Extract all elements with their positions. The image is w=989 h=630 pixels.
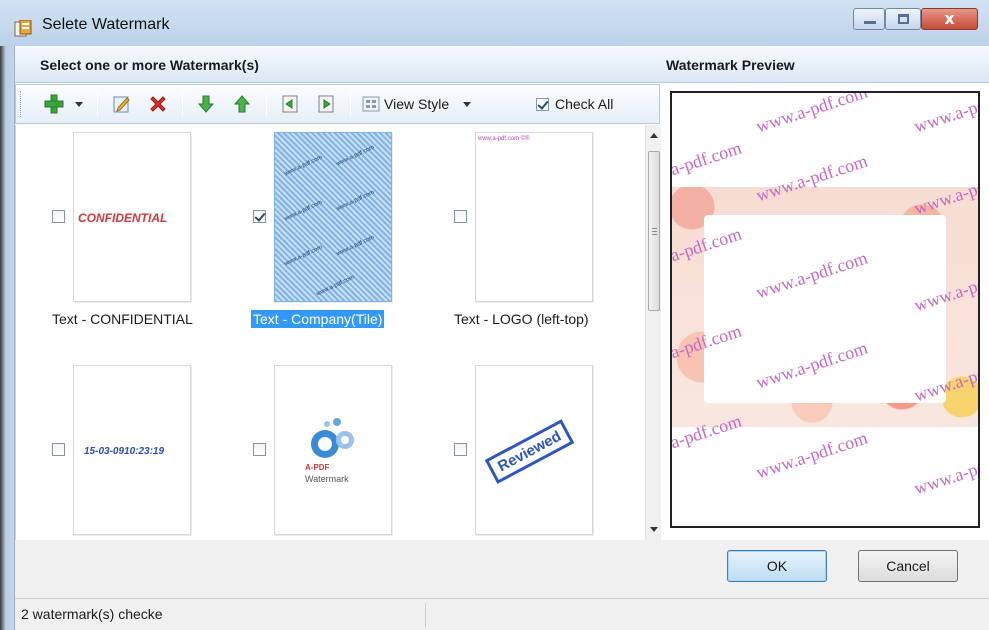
watermark-checkbox[interactable] bbox=[454, 210, 467, 223]
move-down-icon bbox=[197, 95, 215, 113]
vertical-scrollbar[interactable] bbox=[645, 125, 661, 540]
client-area: Select one or more Watermark(s) Watermar… bbox=[14, 46, 989, 630]
watermark-item[interactable]: CONFIDENTIAL Text - CONFIDENTIAL bbox=[46, 130, 246, 360]
watermark-caption: Text - CONFIDENTIAL bbox=[52, 311, 193, 327]
section-header-strip: Select one or more Watermark(s) Watermar… bbox=[15, 46, 989, 83]
delete-button[interactable] bbox=[144, 91, 172, 117]
ok-button[interactable]: OK bbox=[727, 550, 827, 582]
reviewed-stamp: Reviewed bbox=[484, 419, 575, 484]
dropdown-arrow-icon bbox=[75, 101, 83, 107]
add-button[interactable] bbox=[36, 91, 72, 117]
toolbar-grip[interactable] bbox=[20, 91, 23, 117]
watermark-checkbox[interactable] bbox=[52, 210, 65, 223]
maximize-button[interactable] bbox=[885, 8, 921, 30]
watermark-list-heading: Select one or more Watermark(s) bbox=[40, 57, 259, 73]
watermark-item[interactable]: www.a-pdf.com www.a-pdf.com www.a-pdf.co… bbox=[247, 130, 447, 360]
check-all-checkbox[interactable] bbox=[536, 97, 549, 111]
maximize-icon bbox=[898, 14, 909, 24]
app-icon bbox=[14, 20, 32, 37]
watermark-checkbox[interactable] bbox=[253, 443, 266, 456]
preview-watermark-text: www.a-pdf.com bbox=[670, 137, 744, 193]
move-down-button[interactable] bbox=[192, 91, 220, 117]
chevron-down-icon bbox=[463, 101, 472, 107]
watermark-checkbox[interactable] bbox=[52, 443, 65, 456]
thumbnail-subtext: Watermark bbox=[305, 474, 349, 484]
watermark-checkbox[interactable] bbox=[454, 443, 467, 456]
title-bar[interactable]: Selete Watermark x bbox=[0, 0, 989, 46]
close-icon: x bbox=[944, 9, 955, 28]
check-all-toggle[interactable]: Check All bbox=[536, 91, 636, 117]
watermark-caption: Text - Company(Tile) bbox=[251, 310, 385, 328]
cancel-button[interactable]: Cancel bbox=[858, 550, 958, 582]
watermark-thumbnail[interactable]: 15-03-0910:23:19 bbox=[73, 365, 191, 535]
preview-watermark-text: www.a-pdf.com bbox=[911, 443, 980, 499]
toolbar: View Style Check All bbox=[15, 84, 660, 124]
watermark-item[interactable]: www.a-pdf.com ©® Text - LOGO (left-top) bbox=[448, 130, 648, 360]
scroll-down-icon[interactable] bbox=[650, 527, 658, 532]
preview-watermark-text: www.a-pdf.com bbox=[753, 91, 870, 137]
export-button[interactable] bbox=[312, 91, 340, 117]
watermark-grid: CONFIDENTIAL Text - CONFIDENTIAL www.a-p… bbox=[15, 125, 646, 540]
status-divider bbox=[425, 603, 426, 627]
add-icon bbox=[44, 94, 64, 114]
add-dropdown-button[interactable] bbox=[72, 91, 86, 117]
watermark-thumbnail[interactable]: Reviewed bbox=[475, 365, 593, 535]
thumbnail-text: CONFIDENTIAL bbox=[78, 211, 168, 225]
watermark-thumbnail[interactable]: www.a-pdf.com www.a-pdf.com www.a-pdf.co… bbox=[274, 132, 392, 302]
minimize-button[interactable] bbox=[853, 8, 885, 30]
scroll-up-icon[interactable] bbox=[650, 133, 658, 138]
watermark-thumbnail[interactable]: CONFIDENTIAL bbox=[73, 132, 191, 302]
view-style-label: View Style bbox=[384, 96, 450, 112]
edit-icon bbox=[113, 96, 130, 113]
view-style-button[interactable]: View Style bbox=[362, 91, 488, 117]
watermark-caption: Text - LOGO (left-top) bbox=[454, 311, 589, 327]
watermark-checkbox[interactable] bbox=[253, 210, 266, 223]
grip-icon bbox=[652, 228, 657, 235]
grid-footer-area bbox=[15, 540, 989, 598]
close-button[interactable]: x bbox=[921, 8, 978, 30]
export-icon bbox=[318, 95, 334, 113]
dialog-window: Selete Watermark x Select one or more Wa… bbox=[0, 0, 989, 630]
move-up-button[interactable] bbox=[228, 91, 256, 117]
import-button[interactable] bbox=[276, 91, 304, 117]
watermark-preview: www.a-pdf.com www.a-pdf.com www.a-pdf.co… bbox=[670, 91, 980, 528]
preview-watermark-text: www.a-pdf.com bbox=[753, 427, 870, 483]
toolbar-separator bbox=[182, 92, 183, 116]
move-up-icon bbox=[233, 95, 251, 113]
status-bar: 2 watermark(s) checke bbox=[15, 598, 989, 630]
watermark-thumbnail[interactable]: www.a-pdf.com ©® bbox=[475, 132, 593, 302]
check-all-label: Check All bbox=[555, 96, 614, 112]
thumbnail-text: www.a-pdf.com ©® bbox=[478, 136, 530, 142]
scroll-thumb[interactable] bbox=[648, 151, 660, 311]
edit-button[interactable] bbox=[108, 91, 136, 117]
window-left-border bbox=[0, 46, 14, 630]
minimize-icon bbox=[864, 21, 876, 24]
view-style-icon bbox=[362, 96, 380, 112]
preview-watermark-text: www.a-pdf.com bbox=[911, 91, 980, 137]
watermark-thumbnail[interactable]: A-PDF Watermark bbox=[274, 365, 392, 535]
toolbar-separator bbox=[266, 92, 267, 116]
toolbar-separator bbox=[97, 92, 98, 116]
window-title: Selete Watermark bbox=[42, 16, 170, 33]
thumbnail-text: 15-03-0910:23:19 bbox=[84, 446, 165, 457]
preview-heading: Watermark Preview bbox=[666, 57, 795, 73]
thumbnail-text: A-PDF bbox=[305, 463, 330, 472]
delete-icon bbox=[150, 96, 166, 112]
status-text: 2 watermark(s) checke bbox=[21, 606, 163, 622]
toolbar-separator bbox=[350, 92, 351, 116]
a-pdf-logo-icon bbox=[311, 418, 354, 458]
import-icon bbox=[282, 95, 298, 113]
